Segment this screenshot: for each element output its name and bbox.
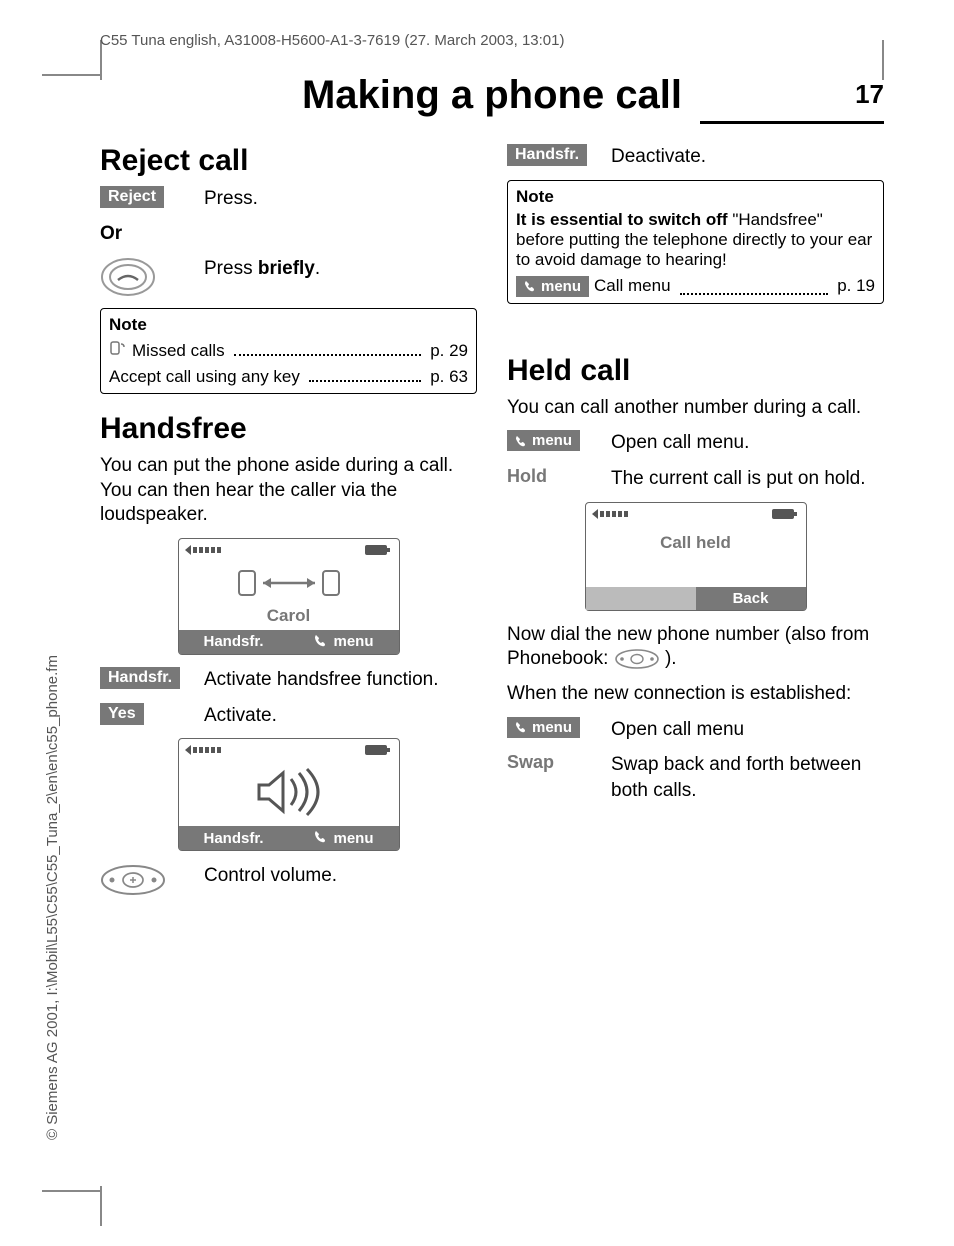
speaker-icon [249, 767, 329, 817]
menu-softkey-icon: menu [507, 717, 580, 738]
call-menu-page: p. 19 [837, 276, 875, 296]
crop-mark [100, 1186, 102, 1226]
reject-heading: Reject call [100, 144, 477, 178]
control-volume-text: Control volume. [204, 863, 477, 889]
yes-softkey: Yes [100, 703, 144, 725]
crop-mark [42, 1190, 102, 1192]
reject-softkey: Reject [100, 186, 164, 208]
signal-icon [185, 743, 229, 757]
screen-call-held: Call held [586, 533, 806, 553]
screen-softkey-left: Handsfr. [179, 630, 289, 654]
handsfree-activate-text: Activate handsfree function. [204, 667, 477, 693]
anykey-page: p. 63 [430, 367, 468, 387]
handsfree-note-box: Note It is essential to switch off "Hand… [507, 180, 884, 304]
screen-softkey-right: menu [289, 630, 399, 654]
page-number: 17 [855, 79, 884, 110]
screen-softkey-back: Back [696, 587, 806, 610]
side-rocker-icon [614, 648, 660, 670]
side-rocker-icon [100, 863, 166, 897]
open-call-menu2-text: Open call menu [611, 717, 884, 743]
end-key-icon [100, 256, 156, 298]
yes-activate-text: Activate. [204, 703, 477, 729]
press-briefly-text: Press briefly. [204, 256, 477, 282]
reject-note-box: Note Missed calls p. 29 Accept call usin… [100, 308, 477, 394]
menu-softkey-icon: menu [507, 430, 580, 451]
battery-icon [363, 543, 393, 557]
call-menu-label: Call menu [594, 276, 671, 296]
handsfree-deact-softkey: Handsfr. [507, 144, 587, 166]
established-text: When the new connection is established: [507, 682, 884, 707]
screen-contact-name: Carol [179, 606, 399, 626]
held-intro: You can call another number during a cal… [507, 396, 884, 421]
open-call-menu-text: Open call menu. [611, 430, 884, 456]
hold-text: The current call is put on hold. [611, 466, 884, 492]
signal-icon [592, 507, 636, 521]
missed-calls-page: p. 29 [430, 341, 468, 361]
dial-new-text: Now dial the new phone number (also from… [507, 623, 884, 672]
hold-label: Hold [507, 466, 547, 487]
handsfree-deact-text: Deactivate. [611, 144, 884, 170]
screen-softkey-left: Handsfr. [179, 826, 289, 850]
title-underline [700, 121, 884, 124]
anykey-label: Accept call using any key [109, 367, 300, 387]
menu-softkey-icon: menu [516, 276, 589, 297]
handsfree-softkey: Handsfr. [100, 667, 180, 689]
signal-icon [185, 543, 229, 557]
note-body: It is essential to switch off "Handsfree… [516, 210, 875, 270]
phone-screen-held: Call held Back [585, 502, 807, 611]
missed-calls-icon [109, 340, 127, 361]
battery-icon [770, 507, 800, 521]
two-phones-icon [229, 567, 349, 599]
swap-text: Swap back and forth between both calls. [611, 752, 884, 803]
screen-softkey-left-empty [586, 587, 696, 610]
missed-calls-label: Missed calls [132, 341, 225, 361]
handsfree-intro: You can put the phone aside during a cal… [100, 454, 477, 528]
page-title: Making a phone call [302, 73, 682, 118]
phone-screen-speaker: Handsfr. menu [178, 738, 400, 851]
screen-softkey-right: menu [289, 826, 399, 850]
phone-screen-carol: Carol Handsfr. menu [178, 538, 400, 655]
or-label: Or [100, 222, 477, 247]
doc-header: C55 Tuna english, A31008-H5600-A1-3-7619… [100, 32, 884, 49]
handsfree-heading: Handsfree [100, 412, 477, 446]
note-title: Note [516, 187, 875, 207]
battery-icon [363, 743, 393, 757]
reject-press-text: Press. [204, 186, 477, 212]
held-heading: Held call [507, 354, 884, 388]
swap-label: Swap [507, 752, 554, 773]
note-title: Note [109, 315, 468, 335]
